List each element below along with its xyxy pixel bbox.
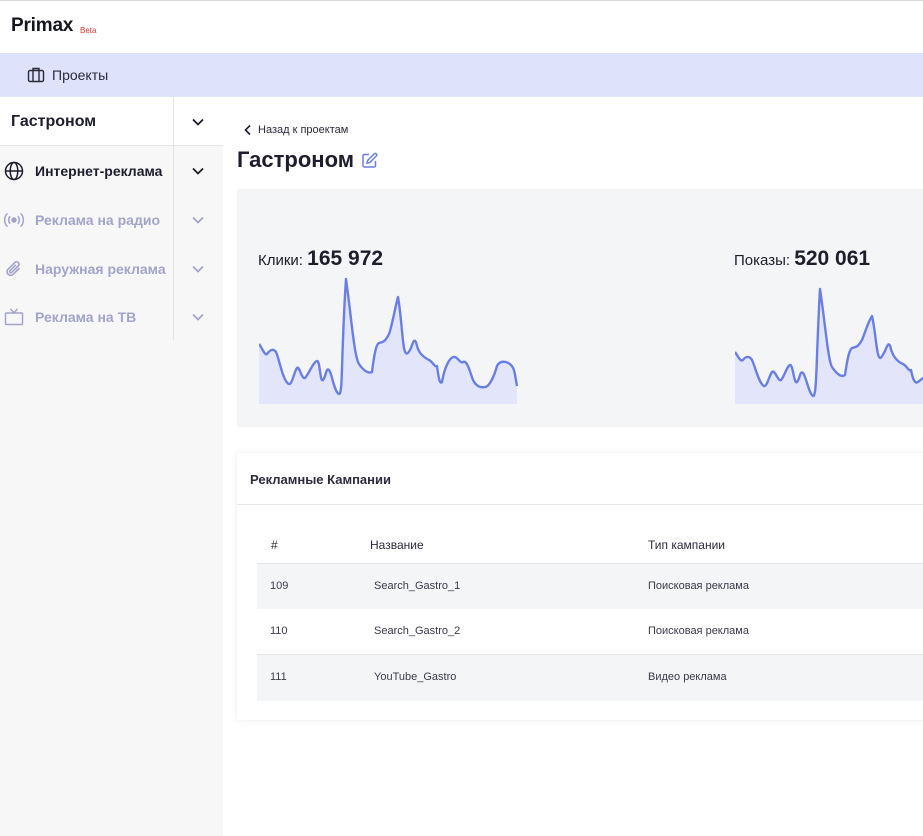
sidebar-item-outdoor-ads[interactable]: Наружная реклама [0,245,223,293]
impressions-stat: Показы: 520 061 [734,247,870,271]
chevron-left-icon [244,124,251,136]
radio-broadcast-icon [4,212,24,228]
cell-id: 111 [270,671,287,683]
table-header: # Название Тип кампании [257,537,923,564]
sidebar-item-label: Реклама на ТВ [35,309,137,325]
sidebar-item-label: Наружная реклама [35,261,166,277]
cell-name[interactable]: Search_Gastro_2 [374,625,460,637]
page-title: Гастроном [237,147,355,172]
cell-id: 109 [270,580,289,592]
column-header-id: # [271,538,278,552]
clicks-stat: Клики: 165 972 [258,247,383,271]
clicks-value: 165 972 [307,247,384,270]
cell-name[interactable]: Search_Gastro_1 [374,580,460,592]
impressions-sparkline [735,287,923,404]
projects-bar[interactable]: Проекты [0,53,923,97]
sidebar-item-label: Интернет-реклама [35,163,163,179]
stats-panel: Клики: 165 972 Показы: 520 061 [237,189,923,427]
cell-type: Поисковая реклама [648,580,749,592]
tv-icon [4,308,24,326]
sidebar: Гастроном Интернет-реклама Реклама на ра… [0,97,223,836]
sidebar-item-tv-ads[interactable]: Реклама на ТВ [0,293,223,341]
campaigns-title: Рекламные Кампании [250,472,392,487]
app-logo[interactable]: Primax [11,15,73,37]
sidebar-item-radio-ads[interactable]: Реклама на радио [0,196,223,244]
sidebar-project-title: Гастроном [11,113,97,130]
campaigns-card: Рекламные Кампании # Название Тип кампан… [237,453,923,720]
sidebar-item-label: Реклама на радио [35,212,160,228]
card-divider [237,504,923,505]
impressions-value: 520 061 [794,247,871,270]
back-label: Назад к проектам [258,124,349,136]
column-header-type: Тип кампании [648,538,725,552]
chevron-down-icon[interactable] [191,164,205,178]
cell-id: 110 [270,625,288,637]
chevron-down-icon[interactable] [191,213,205,227]
table-row[interactable]: 110 Search_Gastro_2 Поисковая реклама [257,609,923,655]
table-row[interactable]: 111 YouTube_Gastro Видео реклама [257,655,923,701]
impressions-label: Показы: [734,252,791,269]
table-row[interactable]: 109 Search_Gastro_1 Поисковая реклама [257,564,923,610]
edit-icon[interactable] [361,152,378,169]
chevron-down-icon[interactable] [191,310,205,324]
globe-icon [4,161,24,181]
cell-type: Поисковая реклама [648,625,749,637]
cell-type: Видео реклама [648,671,727,683]
chevron-down-icon[interactable] [191,262,205,276]
beta-badge: Beta [80,26,97,35]
paperclip-icon [6,260,21,277]
briefcase-icon [27,67,45,83]
sidebar-item-internet-ads[interactable]: Интернет-реклама [0,147,223,195]
sidebar-project-header[interactable]: Гастроном [0,97,223,146]
chevron-down-icon[interactable] [191,115,205,129]
projects-link[interactable]: Проекты [52,67,108,83]
clicks-sparkline [259,277,519,404]
top-bar: Primax Beta [0,0,923,53]
clicks-label: Клики: [258,252,303,269]
column-header-name: Название [370,538,424,552]
cell-name[interactable]: YouTube_Gastro [374,671,456,683]
